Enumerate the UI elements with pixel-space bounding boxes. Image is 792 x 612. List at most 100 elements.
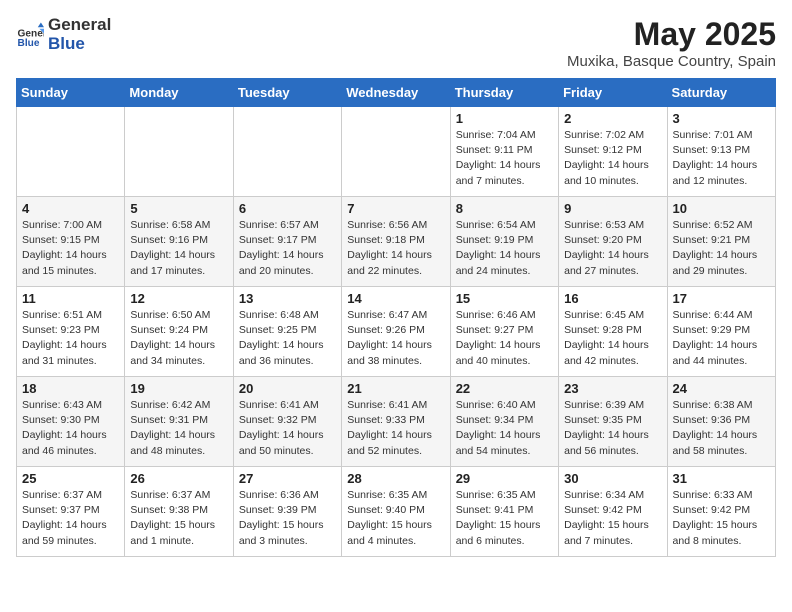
day-number: 28 [347,471,444,486]
logo: General Blue General Blue [16,16,111,53]
cell-info: Sunrise: 6:53 AM Sunset: 9:20 PM Dayligh… [564,218,661,279]
cell-info: Sunrise: 6:51 AM Sunset: 9:23 PM Dayligh… [22,308,119,369]
cell-info: Sunrise: 6:33 AM Sunset: 9:42 PM Dayligh… [673,488,770,549]
calendar-cell: 14Sunrise: 6:47 AM Sunset: 9:26 PM Dayli… [342,287,450,377]
day-number: 26 [130,471,227,486]
day-number: 1 [456,111,553,126]
svg-text:Blue: Blue [18,38,40,49]
calendar-week-1: 1 Sunrise: 7:04 AM Sunset: 9:11 PM Daylig… [17,107,776,197]
calendar-cell: 2Sunrise: 7:02 AM Sunset: 9:12 PM Daylig… [559,107,667,197]
cell-info: Sunrise: 6:52 AM Sunset: 9:21 PM Dayligh… [673,218,770,279]
calendar-cell: 31 Sunrise: 6:33 AM Sunset: 9:42 PM Dayli… [667,467,775,557]
calendar-cell: 10 Sunrise: 6:52 AM Sunset: 9:21 PM Dayli… [667,197,775,287]
cell-info: Sunrise: 6:42 AM Sunset: 9:31 PM Dayligh… [130,398,227,459]
day-number: 6 [239,201,336,216]
calendar-cell: 24Sunrise: 6:38 AM Sunset: 9:36 PM Dayli… [667,377,775,467]
weekday-header-monday: Monday [125,79,233,107]
cell-info: Sunrise: 6:56 AM Sunset: 9:18 PM Dayligh… [347,218,444,279]
cell-info: Sunrise: 6:46 AM Sunset: 9:27 PM Dayligh… [456,308,553,369]
calendar-cell: 17 Sunrise: 6:44 AM Sunset: 9:29 PM Dayli… [667,287,775,377]
cell-info: Sunrise: 6:36 AM Sunset: 9:39 PM Dayligh… [239,488,336,549]
day-number: 7 [347,201,444,216]
calendar-cell: 25 Sunrise: 6:37 AM Sunset: 9:37 PM Dayli… [17,467,125,557]
cell-info: Sunrise: 6:39 AM Sunset: 9:35 PM Dayligh… [564,398,661,459]
cell-info: Sunrise: 6:37 AM Sunset: 9:38 PM Dayligh… [130,488,227,549]
calendar-week-2: 4 Sunrise: 7:00 AM Sunset: 9:15 PM Daylig… [17,197,776,287]
cell-info: Sunrise: 6:41 AM Sunset: 9:32 PM Dayligh… [239,398,336,459]
day-number: 27 [239,471,336,486]
day-number: 29 [456,471,553,486]
calendar-cell: 4 Sunrise: 7:00 AM Sunset: 9:15 PM Daylig… [17,197,125,287]
day-number: 25 [22,471,119,486]
day-number: 31 [673,471,770,486]
calendar-cell: 5Sunrise: 6:58 AM Sunset: 9:16 PM Daylig… [125,197,233,287]
page-header: General Blue General Blue May 2025 Muxik… [16,16,776,70]
day-number: 23 [564,381,661,396]
calendar-cell: 8Sunrise: 6:54 AM Sunset: 9:19 PM Daylig… [450,197,558,287]
calendar-table: SundayMondayTuesdayWednesdayThursdayFrid… [16,78,776,557]
calendar-cell: 20 Sunrise: 6:41 AM Sunset: 9:32 PM Dayli… [233,377,341,467]
calendar-cell: 21 Sunrise: 6:41 AM Sunset: 9:33 PM Dayli… [342,377,450,467]
weekday-header-thursday: Thursday [450,79,558,107]
day-number: 21 [347,381,444,396]
calendar-cell: 27 Sunrise: 6:36 AM Sunset: 9:39 PM Dayli… [233,467,341,557]
day-number: 10 [673,201,770,216]
cell-info: Sunrise: 6:45 AM Sunset: 9:28 PM Dayligh… [564,308,661,369]
day-number: 30 [564,471,661,486]
weekday-header-friday: Friday [559,79,667,107]
calendar-cell: 28 Sunrise: 6:35 AM Sunset: 9:40 PM Dayli… [342,467,450,557]
weekday-header-saturday: Saturday [667,79,775,107]
day-number: 17 [673,291,770,306]
cell-info: Sunrise: 6:44 AM Sunset: 9:29 PM Dayligh… [673,308,770,369]
cell-info: Sunrise: 6:47 AM Sunset: 9:26 PM Dayligh… [347,308,444,369]
cell-info: Sunrise: 6:48 AM Sunset: 9:25 PM Dayligh… [239,308,336,369]
calendar-cell [125,107,233,197]
calendar-cell: 12 Sunrise: 6:50 AM Sunset: 9:24 PM Dayli… [125,287,233,377]
day-number: 20 [239,381,336,396]
calendar-cell: 15 Sunrise: 6:46 AM Sunset: 9:27 PM Dayli… [450,287,558,377]
day-number: 12 [130,291,227,306]
calendar-week-4: 18Sunrise: 6:43 AM Sunset: 9:30 PM Dayli… [17,377,776,467]
weekday-header-wednesday: Wednesday [342,79,450,107]
calendar-cell [17,107,125,197]
cell-info: Sunrise: 7:04 AM Sunset: 9:11 PM Dayligh… [456,128,553,189]
day-number: 3 [673,111,770,126]
weekday-header-tuesday: Tuesday [233,79,341,107]
calendar-week-5: 25 Sunrise: 6:37 AM Sunset: 9:37 PM Dayli… [17,467,776,557]
cell-info: Sunrise: 6:40 AM Sunset: 9:34 PM Dayligh… [456,398,553,459]
day-number: 16 [564,291,661,306]
calendar-cell: 26 Sunrise: 6:37 AM Sunset: 9:38 PM Dayli… [125,467,233,557]
calendar-cell: 1 Sunrise: 7:04 AM Sunset: 9:11 PM Daylig… [450,107,558,197]
calendar-cell: 29 Sunrise: 6:35 AM Sunset: 9:41 PM Dayli… [450,467,558,557]
cell-info: Sunrise: 7:00 AM Sunset: 9:15 PM Dayligh… [22,218,119,279]
cell-info: Sunrise: 6:37 AM Sunset: 9:37 PM Dayligh… [22,488,119,549]
day-number: 5 [130,201,227,216]
title-location: Muxika, Basque Country, Spain [567,53,776,70]
calendar-cell: 22 Sunrise: 6:40 AM Sunset: 9:34 PM Dayli… [450,377,558,467]
logo-blue: Blue [48,35,111,54]
cell-info: Sunrise: 6:38 AM Sunset: 9:36 PM Dayligh… [673,398,770,459]
logo-icon: General Blue [16,21,44,49]
day-number: 15 [456,291,553,306]
day-number: 22 [456,381,553,396]
cell-info: Sunrise: 6:43 AM Sunset: 9:30 PM Dayligh… [22,398,119,459]
cell-info: Sunrise: 6:41 AM Sunset: 9:33 PM Dayligh… [347,398,444,459]
cell-info: Sunrise: 6:35 AM Sunset: 9:41 PM Dayligh… [456,488,553,549]
cell-info: Sunrise: 6:54 AM Sunset: 9:19 PM Dayligh… [456,218,553,279]
calendar-cell: 23 Sunrise: 6:39 AM Sunset: 9:35 PM Dayli… [559,377,667,467]
calendar-cell: 13Sunrise: 6:48 AM Sunset: 9:25 PM Dayli… [233,287,341,377]
calendar-cell [342,107,450,197]
day-number: 11 [22,291,119,306]
day-number: 2 [564,111,661,126]
title-month: May 2025 [567,16,776,53]
day-number: 4 [22,201,119,216]
weekday-header-sunday: Sunday [17,79,125,107]
day-number: 19 [130,381,227,396]
cell-info: Sunrise: 6:50 AM Sunset: 9:24 PM Dayligh… [130,308,227,369]
weekday-header-row: SundayMondayTuesdayWednesdayThursdayFrid… [17,79,776,107]
calendar-cell [233,107,341,197]
logo-general: General [48,16,111,35]
calendar-cell: 30Sunrise: 6:34 AM Sunset: 9:42 PM Dayli… [559,467,667,557]
cell-info: Sunrise: 6:35 AM Sunset: 9:40 PM Dayligh… [347,488,444,549]
title-block: May 2025 Muxika, Basque Country, Spain [567,16,776,70]
